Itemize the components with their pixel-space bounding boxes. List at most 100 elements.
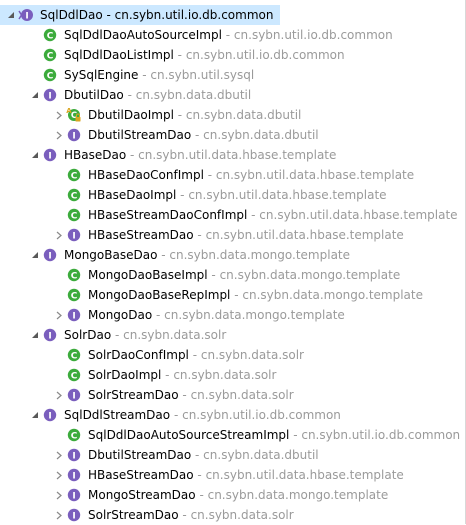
package-name: cn.sybn.data.solr <box>200 348 304 362</box>
separator: - <box>221 28 234 42</box>
tree-row[interactable]: I MongoStreamDao - cn.sybn.data.mongo.tem… <box>0 485 388 505</box>
interface-icon: I <box>66 447 82 463</box>
package-name: cn.sybn.data.solr <box>190 388 294 402</box>
tree-row[interactable]: C SqlDdlDaoListImpl - cn.sybn.util.io.db.… <box>0 45 345 65</box>
separator: - <box>138 68 151 82</box>
tree-row[interactable]: I SolrStreamDao - cn.sybn.data.solr <box>0 505 294 525</box>
class-icon: C <box>66 427 82 443</box>
package-name: cn.sybn.util.sysql <box>150 68 255 82</box>
svg-text:I: I <box>72 451 75 461</box>
package-name: cn.sybn.util.data.hbase.template <box>188 188 387 202</box>
collapse-toggle-icon[interactable] <box>52 305 66 325</box>
collapse-toggle-icon[interactable] <box>52 385 66 405</box>
collapse-toggle-icon[interactable] <box>52 485 66 505</box>
separator: - <box>157 248 170 262</box>
tree-row[interactable]: C SolrDaoConfImpl - cn.sybn.data.solr <box>0 345 304 365</box>
tree-row[interactable]: I DbutilDao - cn.sybn.data.dbutil <box>0 85 251 105</box>
tree-row[interactable]: C HBaseDaoConfImpl - cn.sybn.util.data.hb… <box>0 165 414 185</box>
class-icon: C <box>66 267 82 283</box>
collapse-toggle-icon[interactable] <box>52 125 66 145</box>
type-name: SolrDaoConfImpl <box>88 348 189 362</box>
collapse-toggle-icon[interactable] <box>52 225 66 245</box>
tree-row[interactable]: I MongoDao - cn.sybn.data.mongo.template <box>0 305 345 325</box>
separator: - <box>230 288 243 302</box>
type-name: SqlDdlDao <box>40 8 103 22</box>
package-name: cn.sybn.data.mongo.template <box>164 308 345 322</box>
toggle-spacer <box>52 205 66 225</box>
svg-text:I: I <box>48 331 51 341</box>
tree-row[interactable]: I MongoBaseDao - cn.sybn.data.mongo.templ… <box>0 245 350 265</box>
separator: - <box>176 188 189 202</box>
package-name: cn.sybn.data.mongo.template <box>242 288 423 302</box>
interface-icon: I <box>66 487 82 503</box>
tree-row[interactable]: I SqlDdlDao - cn.sybn.util.io.db.common <box>0 5 280 25</box>
class-icon: C <box>66 167 82 183</box>
expand-toggle-icon[interactable] <box>28 325 42 345</box>
svg-text:C: C <box>71 371 78 381</box>
package-name: cn.sybn.data.solr <box>190 508 294 522</box>
expand-toggle-icon[interactable] <box>28 245 42 265</box>
tree-row[interactable]: I SolrStreamDao - cn.sybn.data.solr <box>0 385 294 405</box>
tree-row[interactable]: I SqlDdlStreamDao - cn.sybn.util.io.db.co… <box>0 405 341 425</box>
expand-toggle-icon[interactable] <box>28 405 42 425</box>
expand-toggle-icon[interactable] <box>28 85 42 105</box>
toggle-spacer <box>52 425 66 445</box>
type-name: HBaseDao <box>64 148 127 162</box>
toggle-spacer <box>52 365 66 385</box>
tree-row[interactable]: C SqlDdlDaoAutoSourceStreamImpl - cn.sybn… <box>0 425 460 445</box>
interface-hierarchy-icon: I <box>18 7 34 23</box>
svg-text:I: I <box>48 151 51 161</box>
collapse-toggle-icon[interactable] <box>52 105 66 125</box>
tree-row[interactable]: I SolrDao - cn.sybn.data.solr <box>0 325 226 345</box>
package-name: cn.sybn.util.data.hbase.template <box>205 468 404 482</box>
tree-row[interactable]: I HBaseStreamDao - cn.sybn.util.data.hbas… <box>0 465 404 485</box>
tree-row[interactable]: I DbutilStreamDao - cn.sybn.data.dbutil <box>0 125 319 145</box>
tree-row[interactable]: I HBaseStreamDao - cn.sybn.util.data.hbas… <box>0 225 404 245</box>
tree-row[interactable]: C MongoDaoBaseImpl - cn.sybn.data.mongo.t… <box>0 265 400 285</box>
package-name: cn.sybn.util.data.hbase.template <box>205 228 404 242</box>
svg-text:I: I <box>72 511 75 521</box>
toggle-spacer <box>28 65 42 85</box>
tree-row[interactable]: C HBaseDaoImpl - cn.sybn.util.data.hbase.… <box>0 185 387 205</box>
interface-icon: I <box>42 87 58 103</box>
collapse-toggle-icon[interactable] <box>52 505 66 525</box>
package-name: cn.sybn.data.solr <box>173 368 277 382</box>
type-name: MongoDaoBaseImpl <box>88 268 208 282</box>
tree-row[interactable]: C SqlDdlDaoAutoSourceImpl - cn.sybn.util.… <box>0 25 393 45</box>
svg-text:I: I <box>72 231 75 241</box>
tree-row[interactable]: C SolrDaoImpl - cn.sybn.data.solr <box>0 365 276 385</box>
tree-row[interactable]: C SySqlEngine - cn.sybn.util.sysql <box>0 65 254 85</box>
svg-text:A: A <box>66 107 72 115</box>
type-name: SqlDdlStreamDao <box>64 408 171 422</box>
class-icon: C <box>66 347 82 363</box>
package-name: cn.sybn.data.mongo.template <box>169 248 351 262</box>
svg-text:I: I <box>72 491 75 501</box>
type-name: SqlDdlDaoAutoSourceImpl <box>64 28 222 42</box>
separator: - <box>191 128 204 142</box>
svg-text:I: I <box>72 131 75 141</box>
expand-toggle-icon[interactable] <box>28 145 42 165</box>
type-name: MongoStreamDao <box>88 488 196 502</box>
tree-row[interactable]: I DbutilStreamDao - cn.sybn.data.dbutil <box>0 445 319 465</box>
svg-text:C: C <box>71 271 78 281</box>
type-name: MongoDaoBaseRepImpl <box>88 288 231 302</box>
collapse-toggle-icon[interactable] <box>52 445 66 465</box>
toggle-spacer <box>28 25 42 45</box>
separator: - <box>102 8 115 22</box>
type-name: HBaseStreamDaoConfImpl <box>88 208 248 222</box>
tree-row[interactable]: I HBaseDao - cn.sybn.util.data.hbase.temp… <box>0 145 336 165</box>
collapse-toggle-icon[interactable] <box>52 465 66 485</box>
toggle-spacer <box>52 185 66 205</box>
svg-text:C: C <box>71 191 78 201</box>
separator: - <box>193 468 206 482</box>
svg-text:C: C <box>47 71 54 81</box>
type-name: SqlDdlDaoListImpl <box>64 48 174 62</box>
expand-toggle-icon[interactable] <box>4 5 18 25</box>
tree-row[interactable]: C A DbutilDaoImpl - cn.sybn.data.dbutil <box>0 105 301 125</box>
class-icon: C <box>42 27 58 43</box>
type-name: SolrDaoImpl <box>88 368 162 382</box>
tree-row[interactable]: C HBaseStreamDaoConfImpl - cn.sybn.util.d… <box>0 205 458 225</box>
tree-row[interactable]: C MongoDaoBaseRepImpl - cn.sybn.data.mong… <box>0 285 423 305</box>
svg-text:I: I <box>48 251 51 261</box>
package-name: cn.sybn.data.dbutil <box>203 448 319 462</box>
